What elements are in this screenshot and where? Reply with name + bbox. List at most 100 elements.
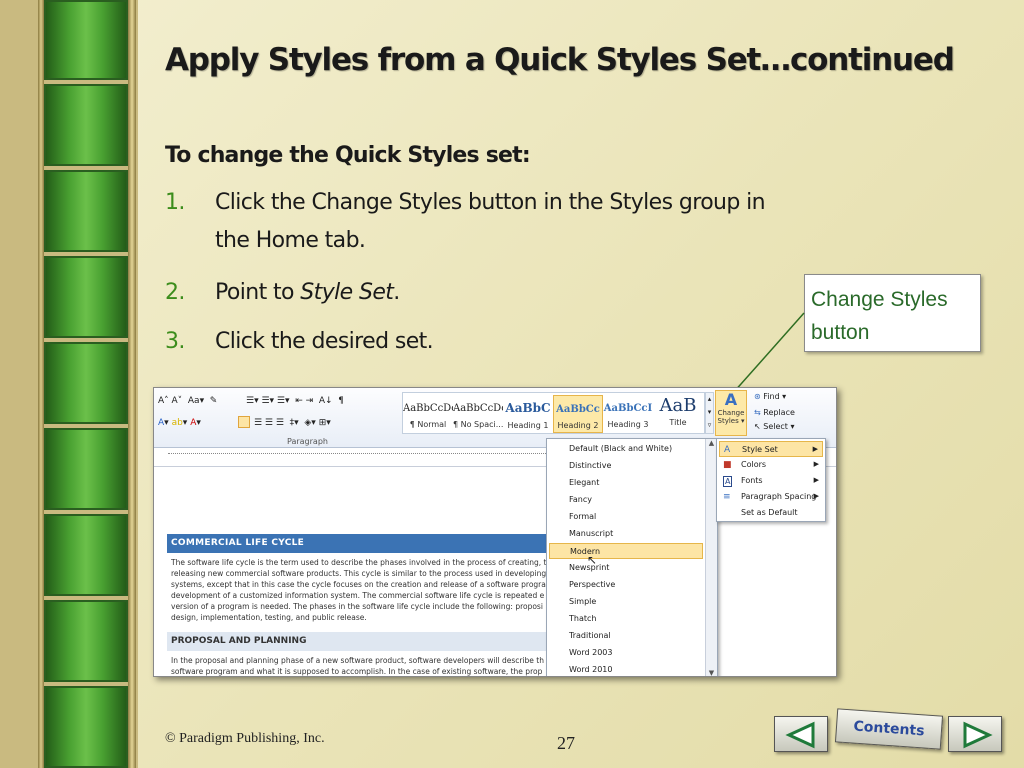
chevron-right-icon: ▶ <box>813 492 819 500</box>
font-color-buttons[interactable]: A▾ ab▾ A▾ <box>158 418 201 428</box>
step-text-part: Point to <box>215 280 301 305</box>
select-button[interactable]: ↖ Select ▾ <box>754 422 795 431</box>
previous-slide-button[interactable] <box>774 716 828 752</box>
step-text-line: the Home tab. <box>215 228 366 253</box>
style-set-traditional[interactable]: Traditional <box>549 628 703 644</box>
submenu-label: Paragraph Spacing <box>741 492 817 501</box>
slide-title: Apply Styles from a Quick Styles Set…con… <box>165 42 955 78</box>
list-buttons[interactable]: ☰▾ ☰▾ ☰▾ ⇤ ⇥ A↓ ¶ <box>246 396 344 406</box>
decorative-sidebar <box>0 0 138 768</box>
style-name: Heading 1 <box>507 421 549 430</box>
mouse-pointer-icon: ↖ <box>587 553 598 567</box>
replace-label: Replace <box>763 408 795 417</box>
cursor-icon: ↖ <box>754 422 761 431</box>
find-button[interactable]: ⊛ Find ▾ <box>754 392 786 401</box>
next-slide-button[interactable] <box>948 716 1002 752</box>
replace-button[interactable]: ⇆ Replace <box>754 408 795 417</box>
style-name: ¶ No Spaci... <box>453 420 503 429</box>
submenu-fonts[interactable]: A Fonts ▶ <box>719 473 823 489</box>
submenu-label: Style Set <box>742 445 778 454</box>
step-1: 1. Click the Change Styles button in the… <box>165 184 985 264</box>
alignment-buttons[interactable]: ☰ ☰ ☰ ‡▾ ◈▾ ⊞▾ <box>254 418 331 428</box>
style-set-distinctive[interactable]: Distinctive <box>549 458 703 474</box>
scroll-down-icon[interactable]: ▼ <box>706 669 717 676</box>
style-set-icon: A <box>724 445 731 455</box>
callout-line: Change Styles <box>811 288 948 311</box>
style-sample: AaB <box>659 395 697 416</box>
style-name: Heading 2 <box>557 421 599 430</box>
step-2: 2. Point to Style Set. <box>165 274 785 314</box>
change-styles-label: Styles ▾ <box>717 417 745 425</box>
colors-icon: ■ <box>723 460 732 470</box>
sidebar-rail-right <box>128 0 136 768</box>
step-number: 2. <box>165 280 185 305</box>
sidebar-tile <box>44 600 128 682</box>
step-number: 3. <box>165 329 185 354</box>
ruler-ticks <box>168 453 548 461</box>
submenu-paragraph-spacing[interactable]: ≡ Paragraph Spacing ▶ <box>719 489 823 505</box>
select-label: Select ▾ <box>763 422 795 431</box>
slide-subheading: To change the Quick Styles set: <box>165 143 531 168</box>
style-name: ¶ Normal <box>409 420 447 429</box>
sidebar-tile <box>44 686 128 768</box>
style-name: Title <box>669 418 687 427</box>
step-3: 3. Click the desired set. <box>165 323 785 363</box>
style-set-newsprint[interactable]: Newsprint <box>549 560 703 576</box>
change-styles-submenu: A Style Set ▶ ■ Colors ▶ A Fonts ▶ ≡ Paragraph … <box>716 438 826 522</box>
sidebar-tile <box>44 342 128 424</box>
contents-button[interactable]: Contents <box>834 708 944 750</box>
style-set-formal[interactable]: Formal <box>549 509 703 525</box>
style-no-spacing[interactable]: AaBbCcDc ¶ No Spaci... <box>453 395 503 433</box>
fonts-icon: A <box>723 476 733 487</box>
change-styles-icon: A <box>724 390 738 409</box>
step-number: 1. <box>165 190 185 215</box>
binoculars-icon: ⊛ <box>754 392 761 401</box>
submenu-label: Colors <box>741 460 767 469</box>
style-title[interactable]: AaB Title <box>653 395 703 433</box>
font-size-buttons[interactable]: A˄ A˅ Aa▾ ✎ <box>158 396 217 406</box>
style-set-default[interactable]: Default (Black and White) <box>549 441 703 457</box>
style-normal[interactable]: AaBbCcDc ¶ Normal <box>403 395 453 433</box>
style-set-word-2010[interactable]: Word 2010 <box>549 662 703 676</box>
style-set-manuscript[interactable]: Manuscript <box>549 526 703 542</box>
style-set-fancy[interactable]: Fancy <box>549 492 703 508</box>
replace-icon: ⇆ <box>754 408 761 417</box>
style-set-modern[interactable]: Modern <box>549 543 703 559</box>
style-set-elegant[interactable]: Elegant <box>549 475 703 491</box>
style-sample: AaBbC <box>505 401 551 415</box>
paragraph-line: design, implementation, testing, and pub… <box>171 613 367 622</box>
style-set-perspective[interactable]: Perspective <box>549 577 703 593</box>
submenu-colors[interactable]: ■ Colors ▶ <box>719 457 823 473</box>
left-arrow-icon <box>785 721 815 749</box>
step-text: Click the Change Styles button in the St… <box>215 184 975 260</box>
sidebar-tile <box>44 0 128 80</box>
change-styles-label: Change <box>717 409 745 417</box>
style-set-word-2003[interactable]: Word 2003 <box>549 645 703 661</box>
paragraph-line: software program and what it is supposed… <box>171 667 543 676</box>
style-sample: AaBbCcDc <box>403 403 453 414</box>
sidebar-tile <box>44 84 128 166</box>
style-sample: AaBbCcDc <box>453 403 503 414</box>
style-set-simple[interactable]: Simple <box>549 594 703 610</box>
callout-line: button <box>811 321 870 344</box>
style-name: Heading 3 <box>607 420 649 429</box>
gallery-scroll-buttons[interactable]: ▴ ▾ ▿ <box>705 392 714 434</box>
style-sample: AaBbCc <box>556 404 600 415</box>
change-styles-callout: Change Styles button <box>804 274 981 352</box>
submenu-set-as-default[interactable]: Set as Default <box>719 505 823 521</box>
quick-styles-gallery: AaBbCcDc ¶ Normal AaBbCcDc ¶ No Spaci... A… <box>402 392 705 434</box>
submenu-label: Fonts <box>741 476 763 485</box>
copyright-footer: © Paradigm Publishing, Inc. <box>165 731 325 746</box>
change-styles-button[interactable]: A Change Styles ▾ <box>715 390 747 436</box>
sidebar-tile <box>44 256 128 338</box>
style-heading-3[interactable]: AaBbCcI Heading 3 <box>603 395 653 433</box>
submenu-style-set[interactable]: A Style Set ▶ <box>719 441 823 457</box>
page-number: 27 <box>557 733 575 753</box>
align-left-button[interactable] <box>238 416 250 428</box>
style-set-thatch[interactable]: Thatch <box>549 611 703 627</box>
chevron-right-icon: ▶ <box>813 476 819 484</box>
style-heading-1[interactable]: AaBbC Heading 1 <box>503 395 553 433</box>
style-heading-2[interactable]: AaBbCc Heading 2 <box>553 395 603 433</box>
paragraph-spacing-icon: ≡ <box>723 492 731 502</box>
step-text-part: . <box>393 280 400 305</box>
